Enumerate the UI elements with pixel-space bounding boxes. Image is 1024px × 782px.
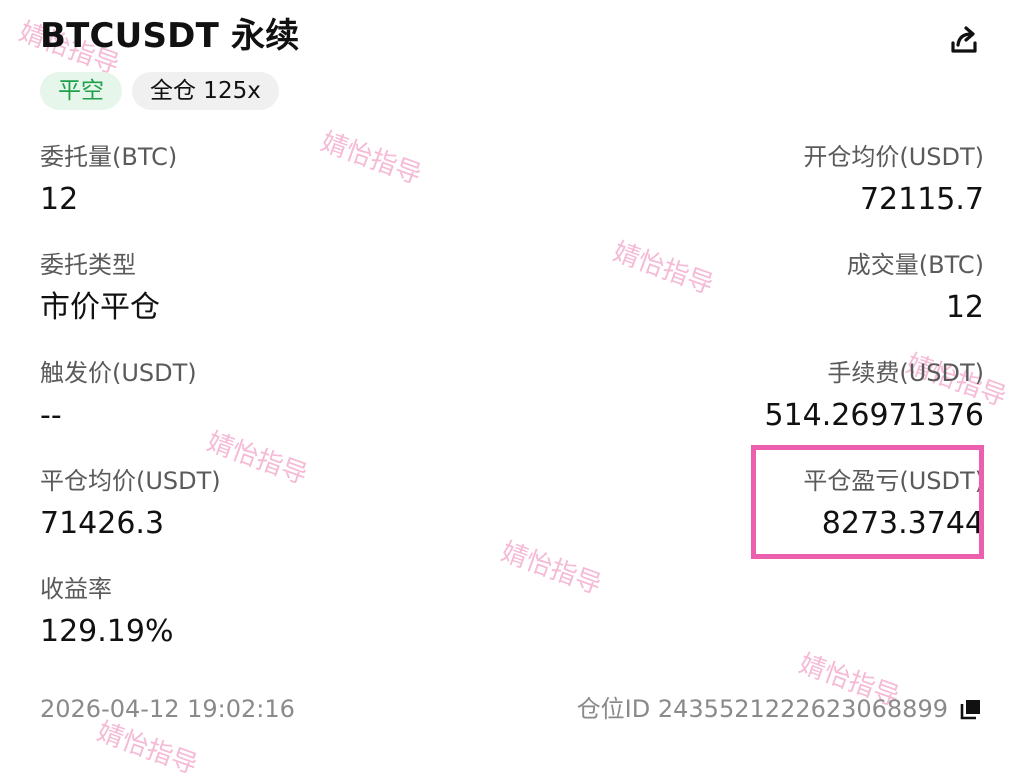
field-label: 触发价(USDT) xyxy=(40,359,197,387)
pnl-highlight-box xyxy=(751,445,984,559)
field-close-avg-price: 平仓均价(USDT) 71426.3 xyxy=(40,464,460,544)
margin-mode-badge: 全仓 125x xyxy=(132,72,279,110)
field-label: 收益率 xyxy=(40,575,112,603)
field-label: 开仓均价(USDT) xyxy=(803,143,984,171)
field-fee: 手续费(USDT) 514.26971376 xyxy=(564,356,985,436)
position-id-text: 仓位ID 2435521222623068899 xyxy=(576,695,948,723)
share-icon xyxy=(951,26,977,53)
position-tags: 平空 全仓 125x xyxy=(40,72,279,110)
field-value: 129.19% xyxy=(40,614,174,649)
field-filled-qty: 成交量(BTC) 12 xyxy=(564,248,984,328)
order-datetime: 2026-04-12 19:02:16 xyxy=(40,695,295,723)
field-value: 514.26971376 xyxy=(764,398,985,433)
field-roi: 收益率 129.19% xyxy=(40,572,460,652)
field-value: 72115.7 xyxy=(859,182,984,217)
field-value: 12 xyxy=(40,182,79,217)
field-trigger-price: 触发价(USDT) -- xyxy=(40,356,460,436)
position-side-badge: 平空 xyxy=(40,72,122,110)
copy-icon xyxy=(960,700,980,720)
field-order-qty: 委托量(BTC) 12 xyxy=(40,140,460,220)
share-button[interactable] xyxy=(944,20,984,60)
field-label: 委托类型 xyxy=(40,251,136,279)
contract-title: BTCUSDT 永续 xyxy=(40,16,300,56)
field-order-type: 委托类型 市价平仓 xyxy=(40,248,460,328)
field-label: 成交量(BTC) xyxy=(846,251,984,279)
field-label: 委托量(BTC) xyxy=(40,143,178,171)
copy-button[interactable] xyxy=(958,696,984,722)
field-label: 平仓均价(USDT) xyxy=(40,467,221,495)
field-value: 市价平仓 xyxy=(40,290,160,325)
field-value: 71426.3 xyxy=(40,506,165,541)
field-value: -- xyxy=(40,398,62,433)
field-label: 手续费(USDT) xyxy=(827,359,984,387)
order-detail-header: BTCUSDT 永续 xyxy=(40,12,984,64)
field-value: 12 xyxy=(945,290,984,325)
position-id-row: 仓位ID 2435521222623068899 xyxy=(577,692,984,726)
field-open-avg-price: 开仓均价(USDT) 72115.7 xyxy=(564,140,984,220)
